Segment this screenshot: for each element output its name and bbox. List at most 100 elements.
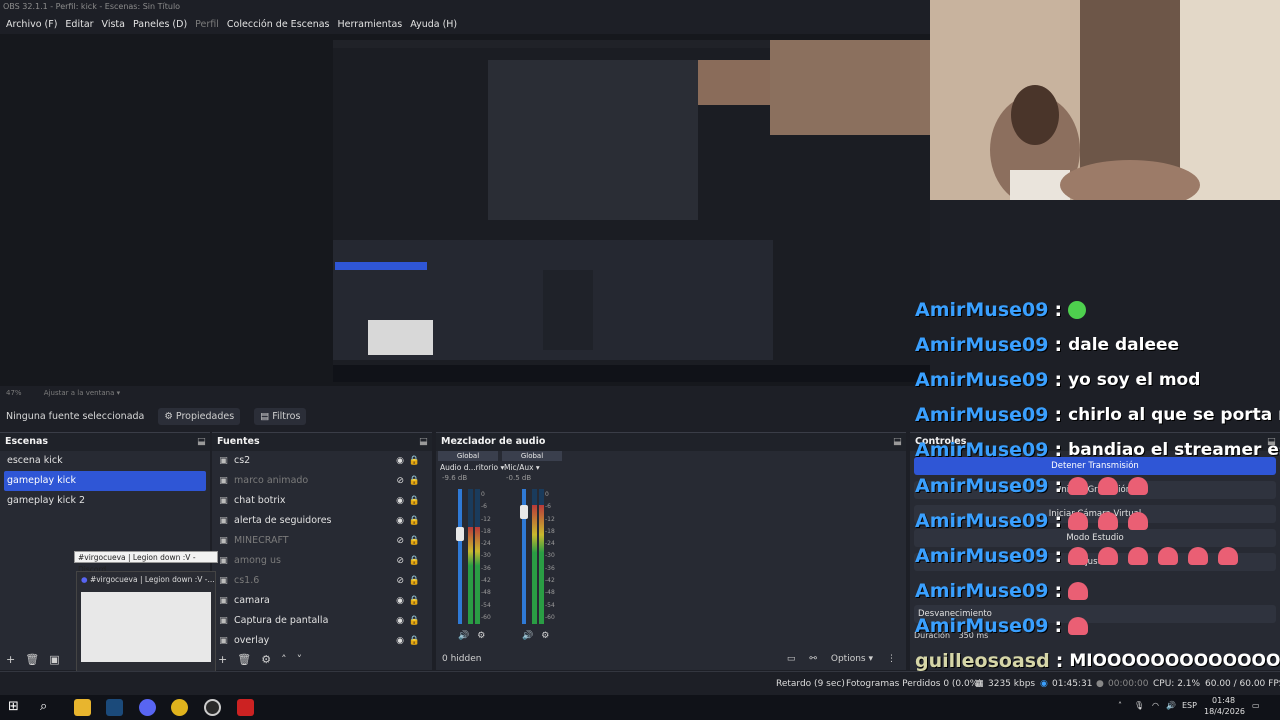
source-item[interactable]: ▣ alerta de seguidores ◉ 🔒 xyxy=(212,511,432,531)
obs-icon[interactable] xyxy=(204,699,221,716)
speaker-icon[interactable]: 🔊 xyxy=(522,631,533,641)
eye-icon[interactable]: ◉ xyxy=(396,451,404,471)
clock-date[interactable]: 18/4/2026 xyxy=(1204,707,1245,716)
menu-item[interactable]: Ayuda (H) xyxy=(406,19,461,30)
notification-icon[interactable]: ▭ xyxy=(1252,701,1260,710)
lock-icon[interactable]: 🔒 xyxy=(409,591,420,611)
lock-icon[interactable]: 🔒 xyxy=(409,551,420,571)
wifi-icon[interactable]: ◠ xyxy=(1152,701,1159,710)
discord-icon[interactable] xyxy=(139,699,156,716)
volume-fader[interactable] xyxy=(458,489,462,624)
fader-handle[interactable] xyxy=(520,505,528,520)
fader-handle[interactable] xyxy=(456,526,464,541)
gear-icon[interactable]: ⚙ xyxy=(541,631,549,641)
chat-text: dale daleee xyxy=(1068,334,1180,355)
speaker-icon[interactable]: 🔊 xyxy=(458,631,469,641)
remove-scene-icon[interactable]: 🗑 xyxy=(25,653,39,666)
eye-icon[interactable]: ◉ xyxy=(396,511,404,531)
popout-icon[interactable]: ⬓ xyxy=(893,433,902,451)
source-label: alerta de seguidores xyxy=(234,515,332,526)
lock-icon[interactable]: 🔒 xyxy=(409,511,420,531)
lock-icon[interactable]: 🔒 xyxy=(409,611,420,631)
zoom-mode[interactable]: Ajustar a la ventana xyxy=(44,389,115,397)
source-settings-icon[interactable]: ⚙ xyxy=(261,653,271,666)
lock-icon[interactable]: 🔒 xyxy=(409,571,420,591)
eye-off-icon[interactable]: ⊘ xyxy=(396,571,404,591)
scene-filters-icon[interactable]: ▣ xyxy=(49,653,59,666)
source-item[interactable]: ▣ among us ⊘ 🔒 xyxy=(212,551,432,571)
mic-icon[interactable]: 🎙 xyxy=(1134,701,1144,710)
link-icon[interactable]: ⚯ xyxy=(809,654,817,664)
menu-item[interactable]: Paneles (D) xyxy=(129,19,191,30)
lock-icon[interactable]: 🔒 xyxy=(409,451,420,471)
remove-source-icon[interactable]: 🗑 xyxy=(237,653,251,666)
zoom-bar[interactable]: 47% Ajustar a la ventana ▾ xyxy=(0,386,930,400)
menu-item[interactable]: Herramientas xyxy=(334,19,407,30)
source-item[interactable]: ▣ cs2 ◉ 🔒 xyxy=(212,451,432,471)
menu-item[interactable]: Vista xyxy=(98,19,129,30)
gear-icon[interactable]: ⚙ xyxy=(477,631,485,641)
search-icon[interactable]: ⌕ xyxy=(40,699,57,716)
lock-icon[interactable]: 🔒 xyxy=(409,491,420,511)
lock-icon[interactable]: 🔒 xyxy=(409,531,420,551)
preview-canvas[interactable] xyxy=(333,40,930,382)
filters-button[interactable]: ▤ Filtros xyxy=(254,407,307,425)
eye-icon[interactable]: ◉ xyxy=(396,611,404,631)
scene-list: escena kick gameplay kick gameplay kick 2 xyxy=(0,451,210,511)
properties-button[interactable]: ⚙ Propiedades xyxy=(158,407,241,425)
popout-icon[interactable]: ⬓ xyxy=(419,433,428,451)
menu-item[interactable]: Editar xyxy=(61,19,97,30)
scene-item[interactable]: gameplay kick xyxy=(4,471,206,491)
lock-icon[interactable]: 🔒 xyxy=(409,471,420,491)
source-type-icon: ▣ xyxy=(219,515,228,526)
add-source-icon[interactable]: + xyxy=(218,653,227,666)
source-item[interactable]: ▣ MINECRAFT ⊘ 🔒 xyxy=(212,531,432,551)
layout-icon[interactable]: ▭ xyxy=(787,654,796,664)
eye-icon[interactable]: ◉ xyxy=(396,591,404,611)
scene-item[interactable]: escena kick xyxy=(0,451,210,471)
zoom-level[interactable]: 47% xyxy=(6,389,22,397)
emote-icon xyxy=(1158,546,1179,565)
chat-username: AmirMuse09 xyxy=(915,298,1049,321)
tick-label: -6 xyxy=(545,503,551,511)
popout-icon[interactable]: ⬓ xyxy=(197,433,206,451)
chat-username: AmirMuse09 xyxy=(915,404,1049,427)
eye-off-icon[interactable]: ⊘ xyxy=(396,551,404,571)
add-scene-icon[interactable]: + xyxy=(6,653,15,666)
source-item[interactable]: ▣ Captura de pantalla ◉ 🔒 xyxy=(212,611,432,631)
chrome-icon[interactable] xyxy=(171,699,188,716)
eye-icon[interactable]: ◉ xyxy=(396,491,404,511)
nested-obs-capture xyxy=(333,40,930,382)
volume-icon[interactable]: 🔊 xyxy=(1166,701,1176,710)
menu-icon[interactable]: ⋮ xyxy=(887,654,896,664)
source-item[interactable]: ▣ marco animado ⊘ 🔒 xyxy=(212,471,432,491)
mixer-global-label: Global xyxy=(502,451,562,461)
language-indicator[interactable]: ESP xyxy=(1182,701,1197,710)
delay-status: Retardo (9 sec) xyxy=(776,679,845,689)
tray-chevron-icon[interactable]: ˄ xyxy=(1118,701,1122,710)
chevron-down-icon[interactable]: ▾ xyxy=(117,389,121,397)
move-up-icon[interactable]: ˄ xyxy=(281,653,287,666)
bitrate: 3235 kbps xyxy=(988,679,1036,689)
source-item[interactable]: ▣ chat botrix ◉ 🔒 xyxy=(212,491,432,511)
file-explorer-icon[interactable] xyxy=(74,699,91,716)
game-icon[interactable] xyxy=(237,699,254,716)
source-item[interactable]: ▣ cs1.6 ⊘ 🔒 xyxy=(212,571,432,591)
steam-icon[interactable] xyxy=(106,699,123,716)
menu-item[interactable]: Perfil xyxy=(191,19,223,30)
tick-label: -60 xyxy=(545,613,555,621)
move-down-icon[interactable]: ˅ xyxy=(297,653,303,666)
eye-off-icon[interactable]: ⊘ xyxy=(396,471,404,491)
windows-start-icon[interactable]: ⊞ xyxy=(8,699,25,716)
menu-item[interactable]: Archivo (F) xyxy=(2,19,61,30)
source-label: cs1.6 xyxy=(234,575,260,586)
mixer-channel-name[interactable]: Mic/Aux ▾ xyxy=(502,461,562,474)
tick-label: -48 xyxy=(481,589,491,597)
scene-item[interactable]: gameplay kick 2 xyxy=(0,491,210,511)
mixer-channel-name[interactable]: Audio d...ritorio ▾ xyxy=(438,461,504,474)
source-item[interactable]: ▣ camara ◉ 🔒 xyxy=(212,591,432,611)
eye-off-icon[interactable]: ⊘ xyxy=(396,531,404,551)
menu-item[interactable]: Colección de Escenas xyxy=(223,19,334,30)
options-button[interactable]: Options ▾ xyxy=(831,654,873,664)
clock-time[interactable]: 01:48 xyxy=(1212,696,1235,705)
